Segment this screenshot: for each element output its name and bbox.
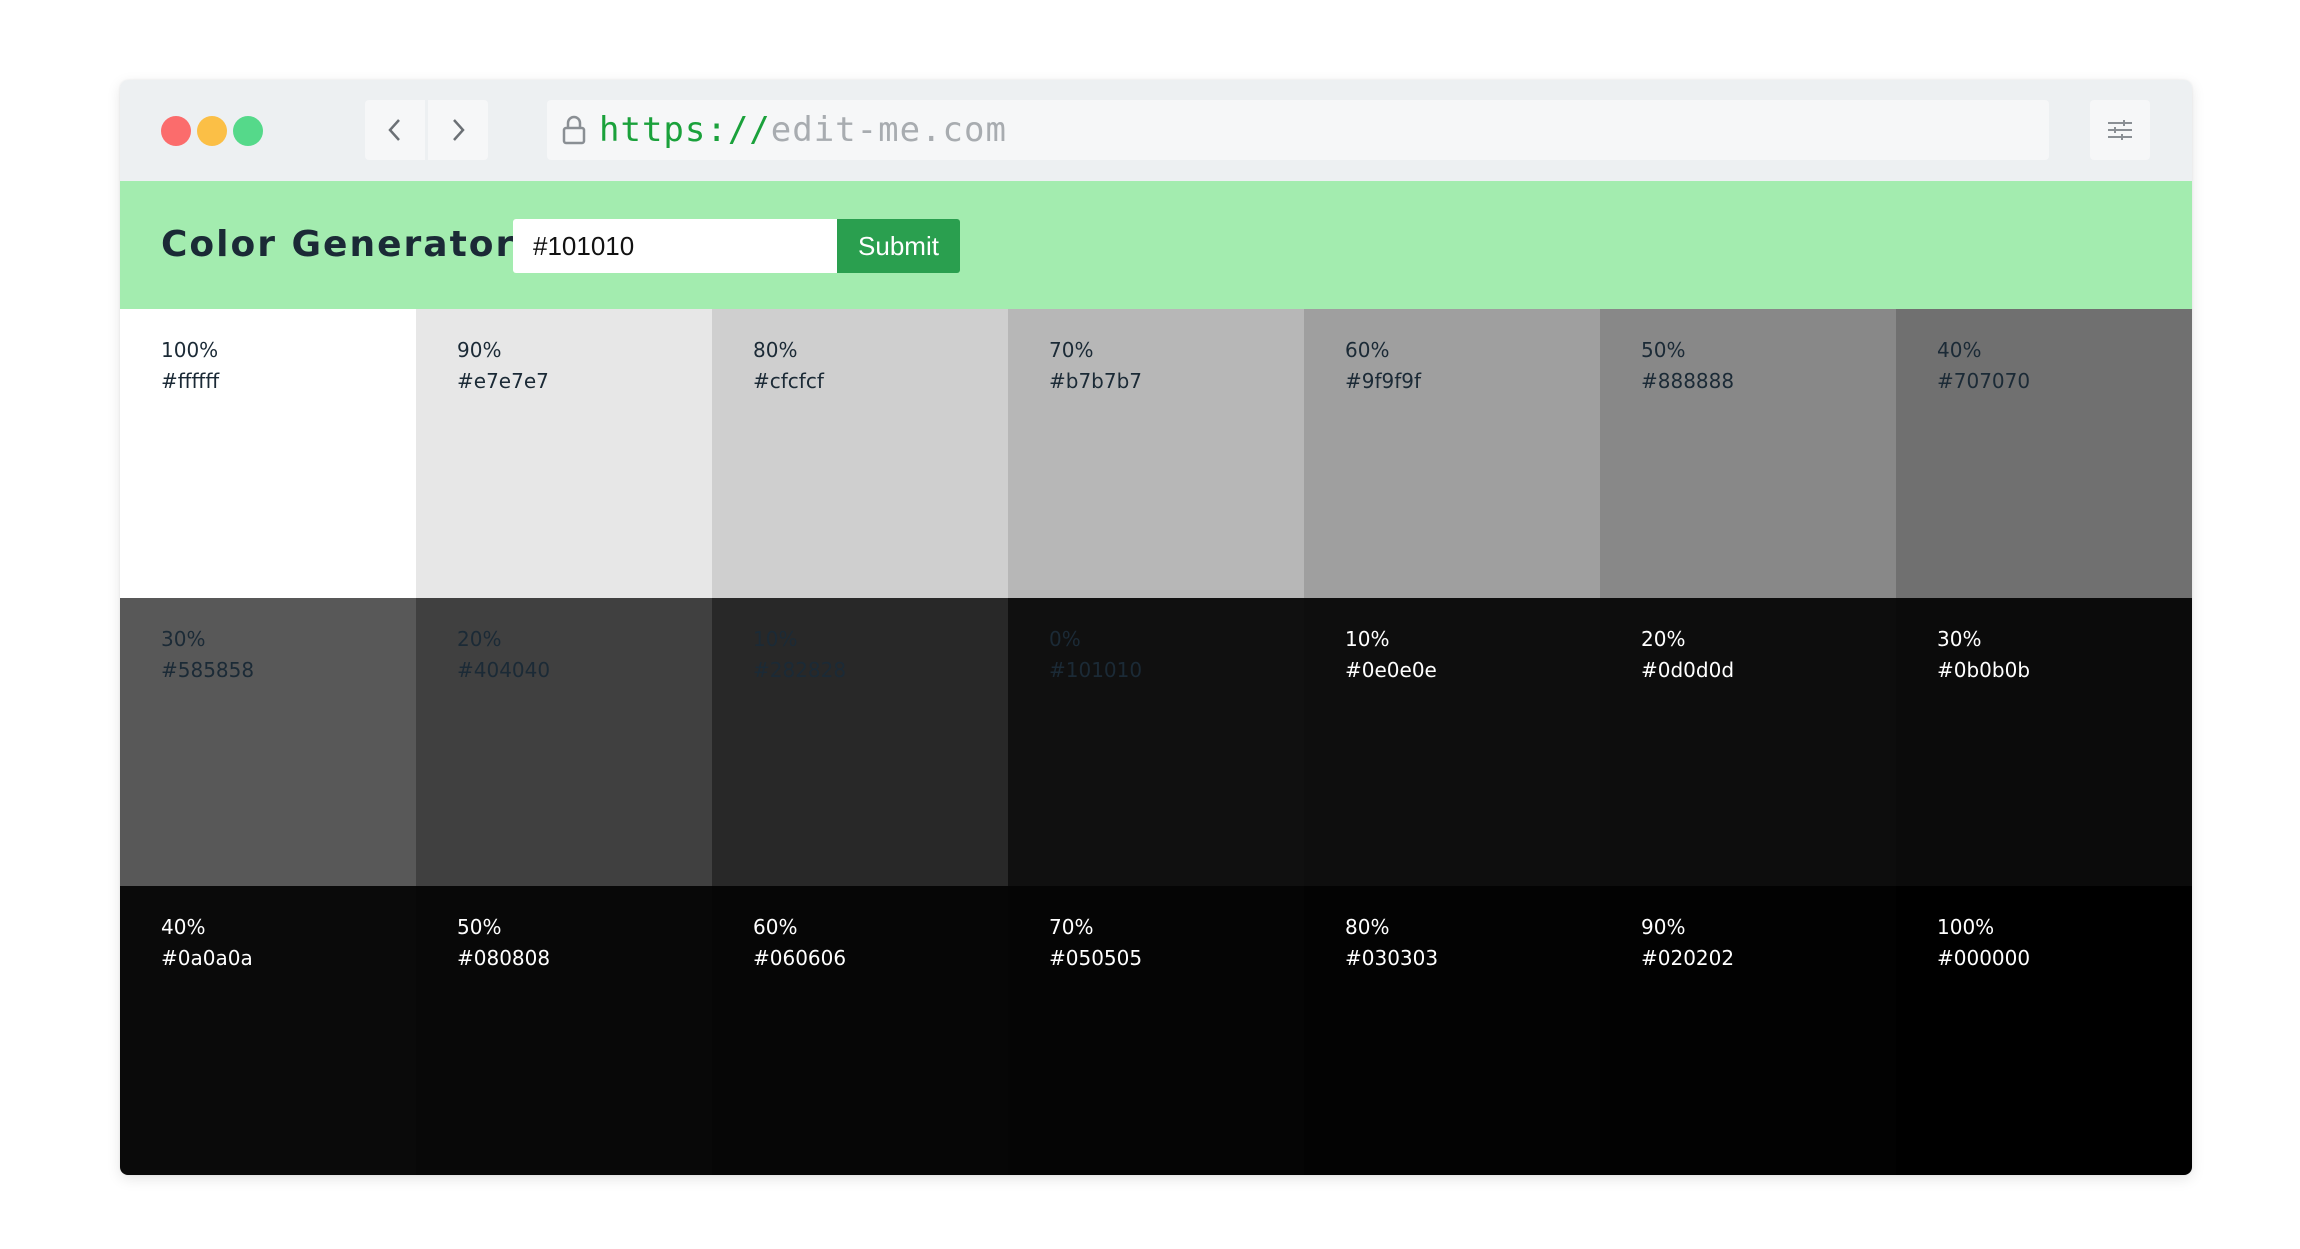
swatch-percent: 50% (457, 915, 502, 939)
color-input[interactable] (513, 219, 837, 273)
swatch-percent: 20% (457, 627, 502, 651)
back-button[interactable] (365, 100, 425, 160)
swatch-percent: 30% (1937, 627, 1982, 651)
color-swatch[interactable]: 50% #080808 (416, 886, 712, 1175)
color-swatch[interactable]: 80% #030303 (1304, 886, 1600, 1175)
swatch-hex: #9f9f9f (1345, 369, 1422, 393)
swatch-hex: #282828 (753, 658, 847, 682)
swatch-hex: #030303 (1345, 946, 1439, 970)
swatch-percent: 70% (1049, 338, 1094, 362)
lock-icon (559, 113, 589, 147)
swatch-hex: #060606 (753, 946, 847, 970)
swatch-percent: 30% (161, 627, 206, 651)
swatch-hex: #e7e7e7 (457, 369, 549, 393)
color-swatch[interactable]: 50% #888888 (1600, 309, 1896, 598)
color-swatch[interactable]: 30% #0b0b0b (1896, 598, 2192, 886)
swatch-percent: 20% (1641, 627, 1686, 651)
swatch-percent: 40% (161, 915, 206, 939)
browser-toolbar: https://edit-me.com (120, 80, 2192, 181)
swatch-hex: #0d0d0d (1641, 658, 1735, 682)
swatch-percent: 100% (1937, 915, 1995, 939)
color-swatch[interactable]: 0% #101010 (1008, 598, 1304, 886)
forward-button[interactable] (428, 100, 488, 160)
color-swatch[interactable]: 100% #000000 (1896, 886, 2192, 1175)
color-swatch[interactable]: 70% #b7b7b7 (1008, 309, 1304, 598)
swatch-percent: 90% (457, 338, 502, 362)
maximize-window-button[interactable] (233, 116, 263, 146)
color-swatch[interactable]: 40% #0a0a0a (120, 886, 416, 1175)
swatch-hex: #404040 (457, 658, 551, 682)
swatch-hex: #b7b7b7 (1049, 369, 1143, 393)
color-swatch[interactable]: 20% #404040 (416, 598, 712, 886)
swatch-hex: #ffffff (161, 369, 220, 393)
color-swatch[interactable]: 60% #9f9f9f (1304, 309, 1600, 598)
swatch-hex: #080808 (457, 946, 551, 970)
settings-button[interactable] (2090, 100, 2150, 160)
close-window-button[interactable] (161, 116, 191, 146)
swatch-hex: #585858 (161, 658, 255, 682)
swatch-hex: #020202 (1641, 946, 1735, 970)
swatch-hex: #000000 (1937, 946, 2031, 970)
swatch-grid: 100% #ffffff 90% #e7e7e7 80% #cfcfcf 70% #b7b7b… (120, 309, 2192, 1175)
swatch-hex: #888888 (1641, 369, 1735, 393)
url-host: edit-me.com (770, 110, 1007, 150)
swatch-percent: 60% (753, 915, 798, 939)
swatch-hex: #050505 (1049, 946, 1143, 970)
swatch-percent: 10% (753, 627, 798, 651)
color-swatch[interactable]: 70% #050505 (1008, 886, 1304, 1175)
swatch-hex: #0b0b0b (1937, 658, 2031, 682)
swatch-hex: #cfcfcf (753, 369, 824, 393)
color-swatch[interactable]: 10% #0e0e0e (1304, 598, 1600, 886)
url-text: https://edit-me.com (599, 110, 1007, 150)
color-swatch[interactable]: 90% #e7e7e7 (416, 309, 712, 598)
browser-window: https://edit-me.com Color Generator Subm… (120, 80, 2192, 1175)
color-swatch[interactable]: 90% #020202 (1600, 886, 1896, 1175)
swatch-percent: 50% (1641, 338, 1686, 362)
app-header: Color Generator Submit (120, 181, 2192, 309)
color-swatch[interactable]: 80% #cfcfcf (712, 309, 1008, 598)
color-swatch[interactable]: 100% #ffffff (120, 309, 416, 598)
swatch-hex: #101010 (1049, 658, 1143, 682)
address-bar[interactable]: https://edit-me.com (547, 100, 2049, 160)
swatch-percent: 80% (753, 338, 798, 362)
submit-button[interactable]: Submit (837, 219, 960, 273)
app-title: Color Generator (161, 224, 516, 265)
swatch-percent: 70% (1049, 915, 1094, 939)
swatch-percent: 90% (1641, 915, 1686, 939)
sliders-icon (2108, 120, 2132, 140)
color-swatch[interactable]: 30% #585858 (120, 598, 416, 886)
url-scheme: https:// (599, 110, 771, 150)
minimize-window-button[interactable] (197, 116, 227, 146)
swatch-percent: 40% (1937, 338, 1982, 362)
chevron-right-icon (453, 119, 465, 141)
swatch-hex: #0a0a0a (161, 946, 253, 970)
swatch-percent: 10% (1345, 627, 1390, 651)
swatch-percent: 100% (161, 338, 219, 362)
swatch-hex: #0e0e0e (1345, 658, 1437, 682)
color-swatch[interactable]: 20% #0d0d0d (1600, 598, 1896, 886)
swatch-hex: #707070 (1937, 369, 2031, 393)
swatch-percent: 60% (1345, 338, 1390, 362)
chevron-left-icon (388, 119, 400, 141)
swatch-percent: 0% (1049, 627, 1081, 651)
color-swatch[interactable]: 10% #282828 (712, 598, 1008, 886)
color-swatch[interactable]: 40% #707070 (1896, 309, 2192, 598)
swatch-percent: 80% (1345, 915, 1390, 939)
color-swatch[interactable]: 60% #060606 (712, 886, 1008, 1175)
